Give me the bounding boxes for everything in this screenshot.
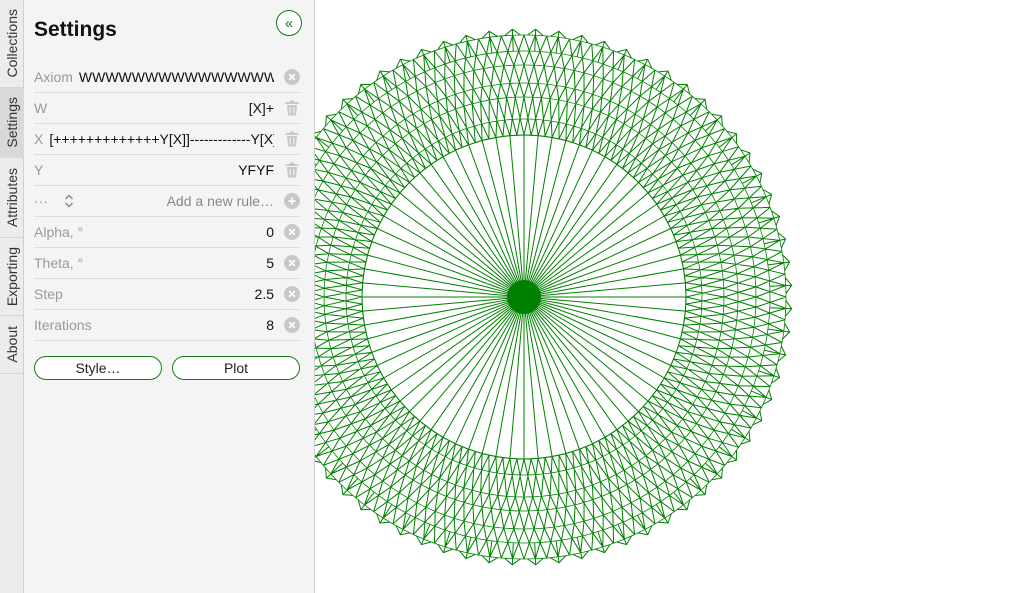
clear-icon[interactable] <box>284 286 300 302</box>
axiom-label: Axiom <box>34 69 73 85</box>
rule-row: Y YFYF <box>34 155 300 186</box>
tab-attributes-label: Attributes <box>4 167 20 228</box>
rule-row: X [+++++++++++++Y[X]]-------------Y[X] <box>34 124 300 155</box>
trash-icon[interactable] <box>284 162 300 178</box>
trash-icon[interactable] <box>284 131 300 147</box>
rule-input[interactable]: [+++++++++++++Y[X]]-------------Y[X] <box>43 130 274 148</box>
vertical-tab-bar: Collections Settings Attributes Exportin… <box>0 0 24 593</box>
plot-center-hub <box>507 280 541 314</box>
alpha-input[interactable]: 0 <box>83 223 274 241</box>
tab-attributes[interactable]: Attributes <box>0 158 24 238</box>
tab-exporting-label: Exporting <box>4 246 20 307</box>
tab-collections[interactable]: Collections <box>0 0 24 88</box>
clear-icon[interactable] <box>284 224 300 240</box>
plot-canvas[interactable] <box>315 0 1024 593</box>
alpha-row: Alpha, ° 0 <box>34 217 300 248</box>
axiom-input[interactable]: WWWWWWWWWWWWWWWWWWWWWWWWWWWWWWWWWWWWWWWW… <box>73 68 274 86</box>
step-input[interactable]: 2.5 <box>63 285 274 303</box>
collapse-panel-button[interactable]: « <box>276 10 302 36</box>
rule-row: W [X]+ <box>34 93 300 124</box>
tab-collections-label: Collections <box>4 9 20 78</box>
rule-input[interactable]: YFYF <box>43 161 274 179</box>
tab-about-label: About <box>4 326 20 363</box>
more-icon[interactable]: ··· <box>34 193 48 209</box>
iterations-label: Iterations <box>34 317 92 333</box>
step-label: Step <box>34 286 63 302</box>
clear-icon[interactable] <box>284 69 300 85</box>
rule-symbol: X <box>34 131 44 147</box>
axiom-row: Axiom WWWWWWWWWWWWWWWWWWWWWWWWWWWWWWWWWW… <box>34 62 300 93</box>
theta-label: Theta, ° <box>34 255 84 271</box>
rule-symbol: Y <box>34 162 44 178</box>
tab-exporting[interactable]: Exporting <box>0 238 24 316</box>
rule-symbol: W <box>34 100 48 116</box>
plot-button[interactable]: Plot <box>172 356 300 380</box>
theta-input[interactable]: 5 <box>83 254 274 272</box>
iterations-input[interactable]: 8 <box>92 316 274 334</box>
clear-icon[interactable] <box>284 317 300 333</box>
clear-icon[interactable] <box>284 255 300 271</box>
lsystem-plot <box>315 28 793 566</box>
new-rule-row: ··· Add a new rule… <box>34 186 300 217</box>
theta-row: Theta, ° 5 <box>34 248 300 279</box>
panel-title: Settings <box>34 18 117 41</box>
new-rule-input[interactable]: Add a new rule… <box>76 192 274 210</box>
iterations-row: Iterations 8 <box>34 310 300 341</box>
reorder-icon[interactable] <box>64 193 76 209</box>
settings-panel: Settings « Axiom WWWWWWWWWWWWWWWWWWWWWWW… <box>24 0 315 593</box>
alpha-label: Alpha, ° <box>34 224 84 240</box>
trash-icon[interactable] <box>284 100 300 116</box>
rule-input[interactable]: [X]+ <box>47 99 274 117</box>
style-button[interactable]: Style… <box>34 356 162 380</box>
tab-settings[interactable]: Settings <box>0 88 24 158</box>
tab-settings-label: Settings <box>4 97 20 148</box>
plot-strokes <box>315 28 793 566</box>
tab-about[interactable]: About <box>0 316 24 374</box>
add-icon[interactable] <box>284 193 300 209</box>
step-row: Step 2.5 <box>34 279 300 310</box>
